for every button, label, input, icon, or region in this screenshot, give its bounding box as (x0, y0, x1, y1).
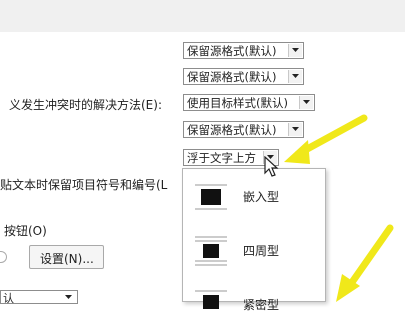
dialog-header-bar (0, 0, 405, 32)
chevron-down-icon[interactable] (62, 291, 75, 303)
paste-option-select-2[interactable]: 保留源格式(默认) (183, 68, 304, 85)
square-wrap-icon (195, 236, 227, 266)
annotation-arrow-icon (336, 224, 394, 302)
settings-button-label: 设置(N)... (40, 252, 94, 266)
mouse-cursor-icon (264, 156, 279, 177)
wrap-option-label: 嵌入型 (243, 190, 280, 204)
conflict-resolution-select[interactable]: 使用目标样式(默认) (183, 94, 315, 111)
select-value: 认 (3, 292, 14, 305)
chevron-down-icon[interactable] (288, 44, 302, 57)
wrap-option-tight[interactable]: 紧密型 (183, 277, 325, 331)
select-value: 保留源格式(默认) (187, 123, 277, 137)
settings-button[interactable]: 设置(N)... (29, 245, 104, 269)
chevron-down-icon[interactable] (288, 70, 302, 83)
inline-wrap-icon (195, 184, 227, 210)
select-value: 保留源格式(默认) (187, 44, 277, 58)
tight-wrap-icon (195, 290, 227, 309)
select-value: 浮于文字上方 (187, 151, 256, 165)
wrap-style-dropdown: 嵌入型 四周型 紧密型 (182, 168, 326, 312)
select-value: 使用目标样式(默认) (187, 96, 288, 110)
wrap-option-label: 紧密型 (243, 298, 280, 312)
button-group-label: 按钮(O) (4, 224, 47, 238)
keep-bullets-label: 贴文本时保留项目符号和编号(L (0, 178, 168, 192)
chevron-down-icon[interactable] (299, 96, 313, 109)
wrap-option-square[interactable]: 四周型 (183, 223, 325, 277)
wrap-option-inline[interactable]: 嵌入型 (183, 169, 325, 223)
wrap-option-label: 四周型 (243, 244, 280, 258)
radio-partial-icon[interactable] (0, 251, 7, 263)
paste-option-select-1[interactable]: 保留源格式(默认) (183, 42, 304, 59)
annotation-arrow-icon (284, 114, 368, 164)
conflict-resolution-label: 义发生冲突时的解决方法(E): (9, 98, 162, 112)
select-value: 保留源格式(默认) (187, 70, 277, 84)
